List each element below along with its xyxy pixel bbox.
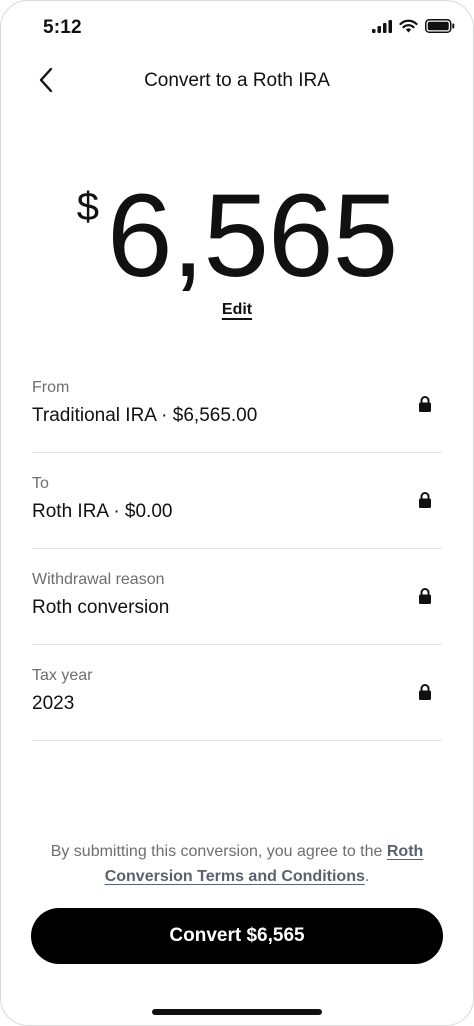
detail-row-to: To Roth IRA · $0.00 [32,453,442,549]
detail-value: Roth IRA · $0.00 [32,501,173,522]
page-title: Convert to a Roth IRA [144,70,330,91]
disclaimer-period: . [364,868,370,885]
edit-amount-link[interactable]: Edit [222,301,252,318]
battery-icon [425,19,455,33]
detail-row-tax-year: Tax year 2023 [32,645,442,741]
detail-value: Traditional IRA · $6,565.00 [32,405,258,426]
edit-amount-container: Edit [1,301,473,319]
lock-icon [418,587,432,605]
detail-row-from: From Traditional IRA · $6,565.00 [32,357,442,453]
detail-label: Withdrawal reason [32,571,165,588]
status-icons [372,19,455,33]
detail-label: From [32,379,70,396]
detail-label: Tax year [32,667,93,684]
detail-value: 2023 [32,693,75,714]
disclaimer-text: By submitting this conversion, you agree… [50,843,387,860]
wifi-icon [399,19,418,33]
lock-icon [418,683,432,701]
detail-value: Roth conversion [32,597,170,618]
amount-value: 6,565 [106,170,398,302]
amount-display: $ 6,565 [1,177,473,297]
cellular-signal-icon [372,19,392,33]
header: Convert to a Roth IRA [1,57,473,107]
phone-screen: 5:12 Convert to a Roth IRA $ 6,565 Edit … [0,0,474,1026]
lock-icon [418,395,432,413]
home-indicator [152,1009,322,1015]
status-bar: 5:12 [1,1,473,55]
status-time: 5:12 [43,17,82,38]
convert-button[interactable]: Convert $6,565 [31,908,443,964]
detail-label: To [32,475,49,492]
detail-row-withdrawal-reason: Withdrawal reason Roth conversion [32,549,442,645]
terms-disclaimer: By submitting this conversion, you agree… [37,839,437,889]
currency-symbol: $ [76,185,99,229]
lock-icon [418,491,432,509]
conversion-details: From Traditional IRA · $6,565.00 To Roth… [32,357,442,741]
